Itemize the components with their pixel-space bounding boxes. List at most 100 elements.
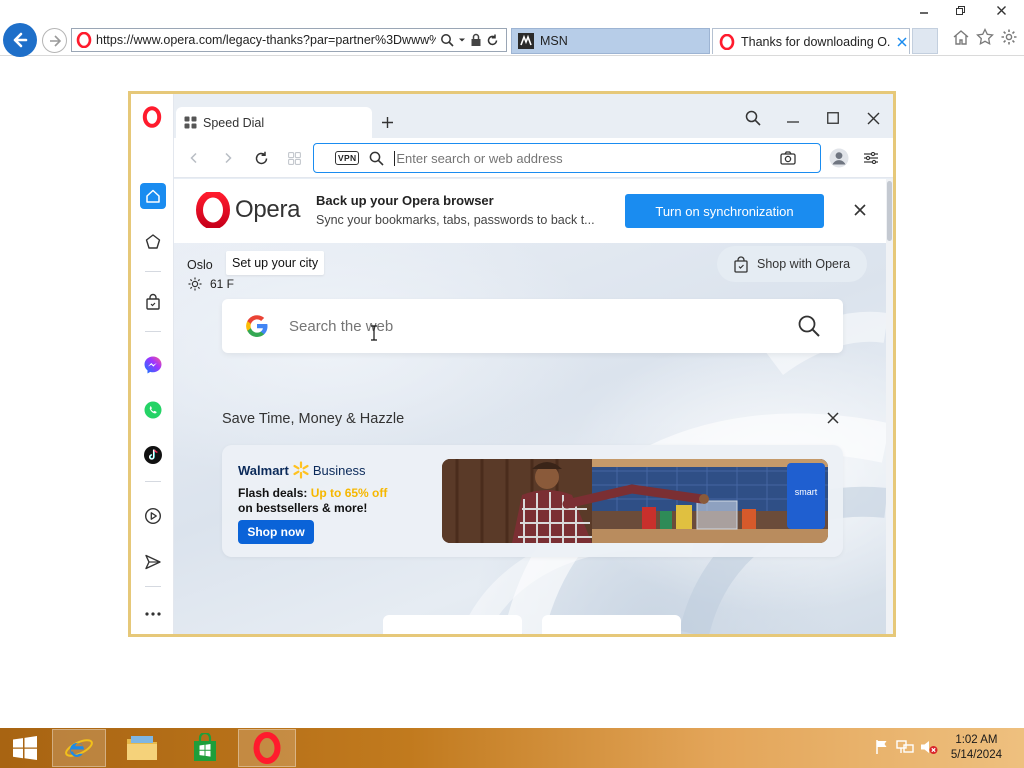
easy-setup-button[interactable] bbox=[860, 147, 882, 169]
send-icon bbox=[145, 554, 161, 570]
promo-close-button[interactable] bbox=[825, 410, 841, 426]
shop-with-opera-button[interactable]: Shop with Opera bbox=[717, 246, 867, 282]
back-button[interactable] bbox=[3, 23, 37, 57]
opera-wordmark: Opera bbox=[235, 196, 301, 223]
sidebar-divider bbox=[145, 331, 161, 332]
walmart-business-logo: Walmart Business bbox=[238, 461, 366, 479]
search-icon[interactable] bbox=[797, 314, 821, 338]
lock-icon[interactable] bbox=[470, 33, 482, 47]
shopping-bag-icon bbox=[146, 293, 160, 310]
chevron-right-icon bbox=[225, 152, 232, 164]
opera-reload-button[interactable] bbox=[250, 147, 272, 169]
sidebar-player-button[interactable] bbox=[140, 503, 166, 529]
clock-date: 5/14/2024 bbox=[950, 749, 1002, 761]
sidebar-more-button[interactable] bbox=[140, 601, 166, 627]
sidebar-messenger-button[interactable] bbox=[140, 352, 166, 378]
ie-tab-msn[interactable]: MSN bbox=[511, 28, 710, 54]
sidebar-pinboard-button[interactable] bbox=[140, 229, 166, 255]
shopper-shelf-image: smart bbox=[442, 459, 828, 543]
scrollbar-thumb[interactable] bbox=[887, 181, 892, 241]
forward-button[interactable] bbox=[42, 28, 67, 53]
speed-dial-tile[interactable] bbox=[383, 615, 522, 634]
google-logo-icon bbox=[246, 315, 268, 337]
sidebar-tiktok-button[interactable] bbox=[140, 442, 166, 468]
opera-maximize-button[interactable] bbox=[821, 106, 845, 130]
profile-icon bbox=[829, 148, 849, 168]
profile-button[interactable] bbox=[827, 146, 851, 170]
sidebar-home-button[interactable] bbox=[140, 183, 166, 209]
opera-tab-strip: Speed Dial bbox=[174, 94, 893, 138]
network-icon[interactable] bbox=[896, 739, 914, 755]
star-icon[interactable] bbox=[976, 28, 994, 46]
tab-speed-dial[interactable]: Speed Dial bbox=[176, 107, 372, 138]
volume-muted-icon[interactable] bbox=[920, 739, 938, 755]
opera-close-button[interactable] bbox=[861, 106, 885, 130]
address-input[interactable] bbox=[394, 150, 765, 166]
search-icon[interactable] bbox=[440, 33, 454, 47]
taskbar-opera[interactable] bbox=[238, 729, 296, 767]
sun-icon bbox=[188, 277, 202, 291]
web-search-input[interactable] bbox=[289, 317, 759, 335]
close-icon bbox=[867, 112, 879, 124]
web-search-box[interactable] bbox=[222, 299, 843, 353]
opera-logo-icon[interactable] bbox=[142, 106, 162, 133]
ie-tab-opera-thanks[interactable]: Thanks for downloading O... bbox=[712, 28, 910, 54]
close-icon[interactable] bbox=[978, 0, 1024, 20]
play-icon bbox=[144, 507, 162, 525]
ie-new-tab-button[interactable] bbox=[912, 28, 938, 54]
start-button[interactable] bbox=[4, 729, 46, 767]
taskbar-internet-explorer[interactable] bbox=[52, 729, 106, 767]
taskbar-store[interactable] bbox=[176, 729, 234, 767]
page-scrollbar[interactable] bbox=[886, 179, 893, 634]
opera-back-button[interactable] bbox=[183, 147, 205, 169]
opera-forward-button[interactable] bbox=[217, 147, 239, 169]
sidebar-shopping-button[interactable] bbox=[140, 289, 166, 315]
opera-tabs-grid-button[interactable] bbox=[283, 147, 305, 169]
turn-on-sync-button[interactable]: Turn on synchronization bbox=[625, 194, 824, 228]
opera-window: Speed Dial VPN Enter search or web addre… bbox=[128, 91, 896, 637]
search-icon bbox=[745, 110, 761, 126]
chevron-down-icon[interactable] bbox=[458, 36, 466, 44]
clock-time: 1:02 AM bbox=[955, 734, 998, 746]
sync-banner-close-button[interactable] bbox=[851, 201, 869, 219]
grid-icon bbox=[287, 151, 301, 165]
shop-now-button[interactable]: Shop now bbox=[238, 520, 314, 544]
walmart-business-suffix: Business bbox=[312, 462, 366, 478]
taskbar-file-explorer[interactable] bbox=[114, 729, 170, 767]
weather-temperature: 61 F bbox=[210, 277, 235, 291]
weather-city[interactable]: Oslo bbox=[187, 258, 213, 272]
home-icon[interactable] bbox=[952, 28, 970, 46]
tab-search-button[interactable] bbox=[741, 106, 765, 130]
sidebar-whatsapp-button[interactable] bbox=[140, 397, 166, 423]
speed-dial-tile[interactable] bbox=[542, 615, 681, 634]
restore-icon[interactable] bbox=[942, 0, 978, 20]
tab-label: Speed Dial bbox=[203, 115, 265, 130]
vpn-badge[interactable]: VPN bbox=[335, 151, 360, 165]
new-tab-button[interactable] bbox=[377, 112, 397, 132]
refresh-icon[interactable] bbox=[486, 34, 499, 47]
opera-logo-icon bbox=[253, 732, 281, 764]
promo-photo[interactable]: smart bbox=[442, 459, 828, 543]
walmart-promo-card[interactable]: Walmart Business Flash deals: Up to 65% … bbox=[222, 445, 843, 557]
taskbar-clock[interactable]: 1:02 AM 5/14/2024 bbox=[951, 733, 1002, 763]
sidebar-divider bbox=[145, 586, 161, 587]
ie-address-bar[interactable]: https://www.opera.com/legacy-thanks?par=… bbox=[71, 28, 507, 52]
gear-icon[interactable] bbox=[1000, 28, 1018, 46]
text-cursor-icon bbox=[371, 325, 377, 341]
minimize-icon[interactable] bbox=[906, 0, 942, 20]
opera-minimize-button[interactable] bbox=[781, 106, 805, 130]
close-icon[interactable] bbox=[897, 36, 907, 47]
opera-brand-logo: Opera bbox=[195, 192, 301, 228]
pinboard-icon bbox=[145, 234, 161, 249]
weather-temperature-row[interactable]: 61 F bbox=[188, 277, 234, 291]
camera-icon[interactable] bbox=[780, 151, 797, 165]
arrow-left-icon bbox=[13, 32, 28, 48]
opera-logo-icon bbox=[196, 192, 230, 228]
sidebar-send-button[interactable] bbox=[140, 549, 166, 575]
opera-address-bar[interactable]: VPN bbox=[313, 143, 821, 173]
ie-url-text[interactable]: https://www.opera.com/legacy-thanks?par=… bbox=[96, 33, 436, 47]
close-icon bbox=[854, 204, 866, 216]
product-badge: smart bbox=[795, 487, 818, 497]
flag-icon[interactable] bbox=[874, 739, 890, 755]
deal-line-2: on bestsellers & more! bbox=[238, 501, 368, 515]
